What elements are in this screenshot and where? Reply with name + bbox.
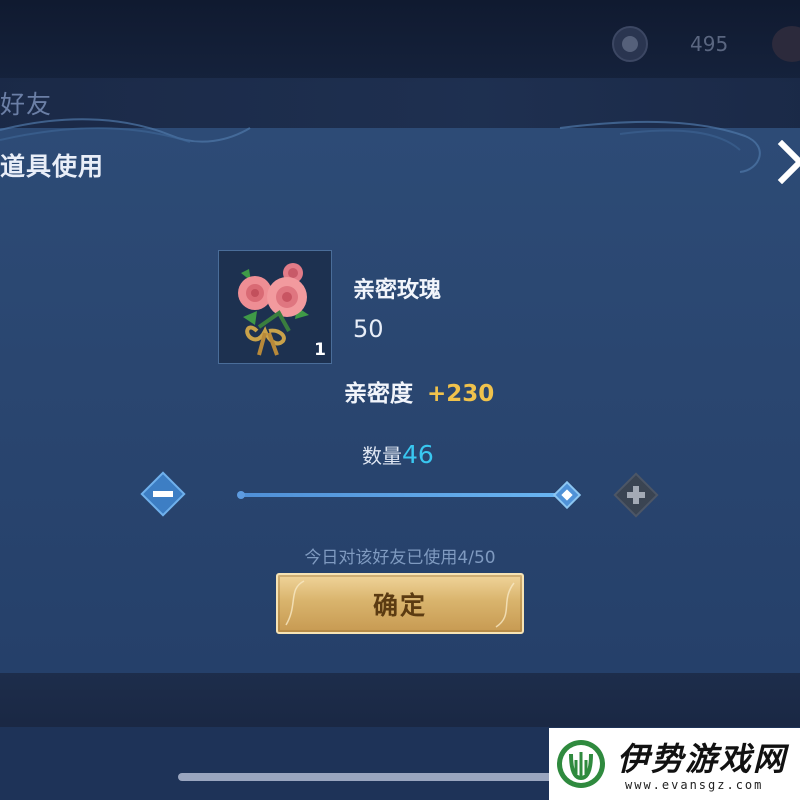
home-indicator[interactable] — [178, 773, 578, 781]
slider-start-dot — [237, 491, 245, 499]
watermark-logo-icon — [557, 740, 605, 788]
confirm-button[interactable]: 确定 — [276, 573, 524, 634]
watermark-url: www.evansgz.com — [625, 778, 764, 792]
intimacy-row: 亲密度 +230 — [344, 374, 494, 408]
quantity-slider-thumb[interactable] — [552, 480, 582, 510]
item-name: 亲密玫瑰 — [353, 278, 442, 303]
quantity-value: 46 — [402, 440, 434, 469]
daily-usage-text: 今日对该好友已使用4/50 — [304, 548, 496, 568]
coin-icon — [612, 26, 648, 62]
confirm-label: 确定 — [372, 590, 427, 620]
avatar[interactable] — [772, 26, 800, 62]
watermark-site-name: 伊势游戏网 — [617, 740, 788, 778]
currency-value: 495 — [690, 32, 729, 56]
decrease-quantity-button[interactable] — [138, 469, 188, 519]
item-count: 1 — [314, 340, 326, 360]
intimacy-bonus: +230 — [427, 381, 495, 407]
background-page-title: 好友 — [0, 90, 53, 119]
dialog-title: 道具使用 — [0, 152, 105, 181]
quantity-label: 数量 — [362, 444, 402, 468]
increase-quantity-button[interactable] — [610, 469, 662, 521]
site-watermark: 伊势游戏网 www.evansgz.com — [549, 728, 800, 800]
item-slot: 1 — [218, 250, 332, 364]
quantity-slider-fill — [240, 493, 567, 497]
background-header-strip — [0, 78, 800, 128]
quantity-slider[interactable] — [237, 491, 570, 499]
quantity-row: 数量46 — [362, 440, 434, 469]
intimacy-label: 亲密度 — [344, 381, 413, 407]
close-chevron-icon[interactable] — [776, 140, 800, 184]
item-value: 50 — [353, 315, 384, 343]
top-status-bar: 495 — [0, 0, 800, 82]
